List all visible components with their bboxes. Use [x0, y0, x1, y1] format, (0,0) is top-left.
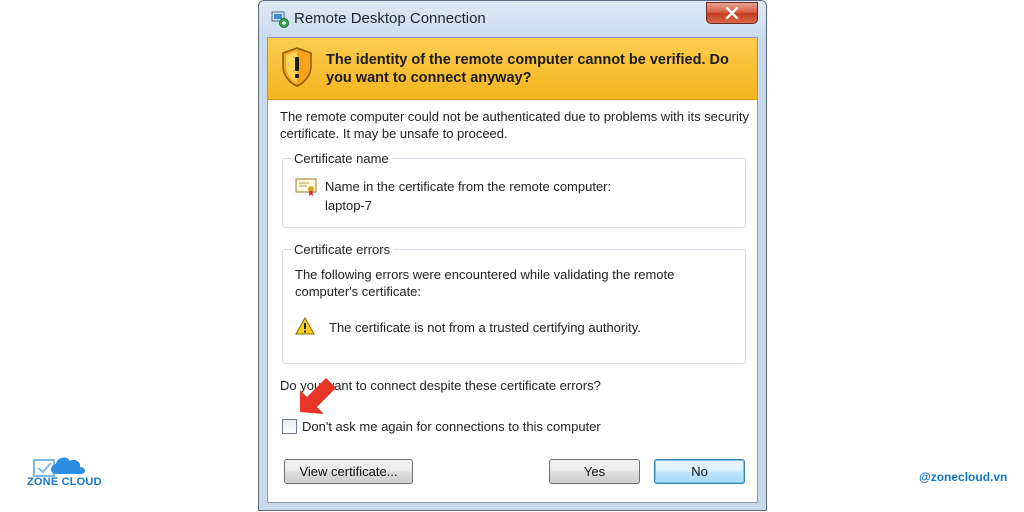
rdc-app-icon — [271, 11, 289, 28]
stage: Remote Desktop Connection The identity o… — [0, 0, 1024, 512]
red-arrow-icon — [300, 378, 336, 414]
errors-description: The following errors were encountered wh… — [295, 267, 675, 299]
title-bar[interactable]: Remote Desktop Connection — [259, 1, 766, 37]
warning-banner: The identity of the remote computer cann… — [268, 38, 757, 100]
warning-icon — [295, 317, 315, 335]
certificate-name-group: Certificate name Name in the certificate… — [282, 151, 746, 228]
certificate-icon — [295, 178, 317, 196]
view-certificate-button[interactable]: View certificate... — [284, 459, 413, 484]
brand-handle: @zonecloud.vn — [919, 470, 1008, 484]
window-title: Remote Desktop Connection — [294, 10, 486, 27]
no-button[interactable]: No — [654, 459, 745, 484]
intro-text: The remote computer could not be authent… — [280, 109, 749, 141]
yes-button[interactable]: Yes — [549, 459, 640, 484]
close-icon — [725, 7, 739, 19]
certificate-name-label: Certificate name — [291, 151, 392, 166]
certificate-name-line1: Name in the certificate from the remote … — [325, 179, 612, 194]
close-button[interactable] — [706, 2, 758, 24]
certificate-errors-label: Certificate errors — [291, 242, 394, 257]
certificate-name-value: laptop-7 — [325, 198, 372, 213]
dont-ask-label[interactable]: Don't ask me again for connections to th… — [302, 419, 601, 434]
error-item: The certificate is not from a trusted ce… — [329, 320, 641, 335]
shield-warning-icon — [282, 47, 312, 87]
dialog-body: The identity of the remote computer cann… — [267, 37, 758, 503]
rdc-dialog: Remote Desktop Connection The identity o… — [258, 0, 767, 511]
dont-ask-checkbox[interactable] — [282, 419, 297, 434]
zone-cloud-logo-text: ZONE CLOUD — [27, 476, 102, 488]
certificate-errors-group: Certificate errors The following errors … — [282, 242, 746, 364]
banner-message: The identity of the remote computer cann… — [326, 52, 729, 86]
